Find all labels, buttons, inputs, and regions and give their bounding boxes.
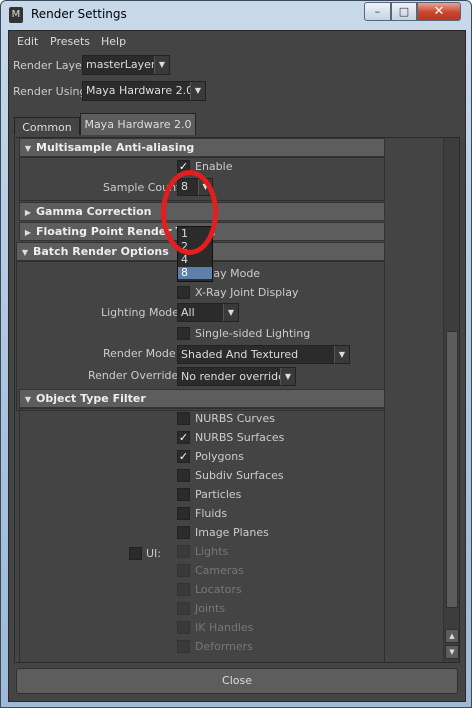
section-title: Gamma Correction [36, 205, 152, 218]
filter-label: Polygons [195, 450, 244, 463]
section-title: Multisample Anti-aliasing [36, 141, 195, 154]
section-multisample-header[interactable]: ▼ Multisample Anti-aliasing [19, 138, 385, 157]
menu-bar: Edit Presets Help [9, 31, 465, 53]
filter-label: Joints [195, 602, 226, 615]
maximize-button[interactable]: □ [391, 2, 417, 21]
xray-joint-checkbox[interactable] [177, 286, 190, 299]
render-using-label: Render Using [13, 85, 87, 98]
title-bar[interactable]: M Render Settings – □ ✕ [1, 1, 471, 29]
filter-checkbox [177, 621, 190, 634]
render-override-label: Render Override [88, 369, 179, 382]
ui-label: UI: [146, 547, 162, 560]
scroll-up-icon[interactable]: ▲ [445, 629, 459, 643]
tab-maya-hardware[interactable]: Maya Hardware 2.0 [80, 113, 196, 135]
filter-checkbox[interactable] [177, 412, 190, 425]
filter-checkbox[interactable] [177, 507, 190, 520]
filter-checkbox [177, 545, 190, 558]
filter-label: NURBS Surfaces [195, 431, 285, 444]
filter-label: Image Planes [195, 526, 269, 539]
minimize-button[interactable]: – [364, 2, 391, 21]
chevron-down-icon: ▼ [223, 304, 238, 321]
menu-presets[interactable]: Presets [50, 35, 90, 48]
maya-icon: M [9, 7, 23, 23]
menu-help[interactable]: Help [101, 35, 126, 48]
render-layer-dropdown[interactable]: masterLayer ▼ [82, 55, 170, 75]
filter-checkbox [177, 602, 190, 615]
sample-option-4[interactable]: 4 [178, 254, 212, 266]
sample-option-8[interactable]: 8 [178, 267, 212, 279]
lighting-mode-value: All [181, 306, 195, 319]
section-object-filter-header[interactable]: ▼ Object Type Filter [19, 389, 385, 408]
settings-panel: ▼ Multisample Anti-aliasing ✓ Enable Samp… [14, 137, 460, 663]
enable-label: Enable [195, 160, 233, 173]
triangle-right-icon: ▶ [24, 228, 32, 237]
filter-label: Subdiv Surfaces [195, 469, 284, 482]
filter-label: Lights [195, 545, 229, 558]
scrollbar-thumb[interactable] [446, 331, 458, 608]
filter-label: Cameras [195, 564, 244, 577]
filter-label: Particles [195, 488, 242, 501]
render-override-value: No render override [181, 370, 285, 383]
filter-checkbox[interactable]: ✓ [177, 431, 190, 444]
render-override-dropdown[interactable]: No render override ▼ [177, 367, 296, 386]
render-mode-dropdown[interactable]: Shaded And Textured ▼ [177, 345, 350, 364]
triangle-down-icon: ▼ [21, 248, 29, 257]
filter-label: NURBS Curves [195, 412, 275, 425]
lighting-mode-label: Lighting Mode [101, 306, 179, 319]
render-settings-window: M Render Settings – □ ✕ Edit Presets Hel… [0, 0, 472, 708]
render-layer-label: Render Layer [13, 59, 87, 72]
menu-edit[interactable]: Edit [17, 35, 38, 48]
window-title: Render Settings [31, 7, 127, 21]
chevron-down-icon: ▼ [154, 56, 169, 74]
filter-checkbox[interactable]: ✓ [177, 450, 190, 463]
window-client: Edit Presets Help Render Layer masterLay… [8, 30, 466, 702]
lighting-mode-dropdown[interactable]: All ▼ [177, 303, 239, 322]
close-window-button[interactable]: ✕ [417, 2, 461, 21]
chevron-down-icon: ▼ [334, 346, 349, 363]
highlight-ring [161, 170, 218, 255]
triangle-down-icon: ▼ [24, 395, 32, 404]
ui-checkbox[interactable] [129, 547, 142, 560]
single-sided-lighting-checkbox[interactable] [177, 327, 190, 340]
filter-checkbox [177, 583, 190, 596]
filter-label: Deformers [195, 640, 253, 653]
vertical-scrollbar[interactable]: ▲ ▼ [443, 138, 459, 662]
render-mode-label: Render Mode [103, 347, 176, 360]
render-layer-value: masterLayer [86, 58, 156, 71]
section-title: Batch Render Options [33, 245, 169, 258]
render-mode-value: Shaded And Textured [181, 348, 299, 361]
tab-common[interactable]: Common [14, 117, 80, 135]
section-title: Object Type Filter [36, 392, 146, 405]
scroll-down-icon[interactable]: ▼ [445, 645, 459, 659]
render-using-dropdown[interactable]: Maya Hardware 2.0 ▼ [82, 81, 206, 101]
chevron-down-icon: ▼ [190, 82, 205, 100]
chevron-down-icon: ▼ [280, 368, 295, 385]
filter-label: Fluids [195, 507, 228, 520]
filter-label: IK Handles [195, 621, 254, 634]
filter-checkbox[interactable] [177, 526, 190, 539]
xray-joint-label: X-Ray Joint Display [195, 286, 299, 299]
filter-checkbox [177, 640, 190, 653]
triangle-down-icon: ▼ [24, 144, 32, 153]
filter-checkbox[interactable] [177, 488, 190, 501]
render-using-value: Maya Hardware 2.0 [86, 84, 194, 97]
filter-checkbox[interactable] [177, 469, 190, 482]
filter-checkbox [177, 564, 190, 577]
single-sided-lighting-label: Single-sided Lighting [195, 327, 311, 340]
triangle-right-icon: ▶ [24, 208, 32, 217]
close-button[interactable]: Close [16, 668, 458, 694]
filter-label: Locators [195, 583, 242, 596]
